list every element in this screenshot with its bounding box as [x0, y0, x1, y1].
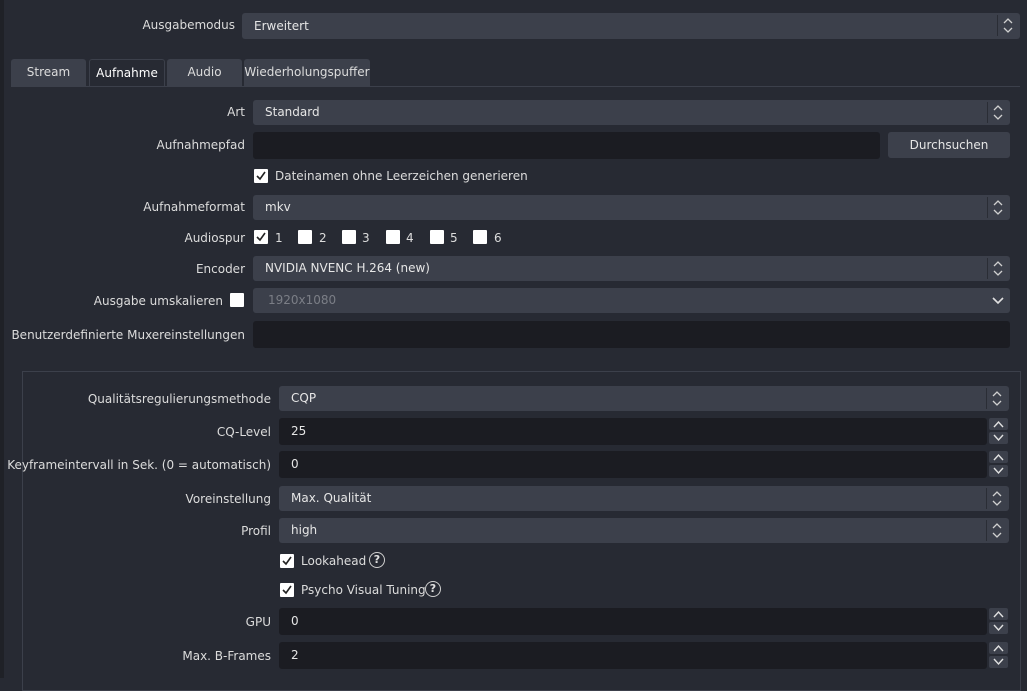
cq-level-label: CQ-Level: [216, 425, 271, 439]
encoder-value: NVIDIA NVENC H.264 (new): [265, 261, 430, 275]
type-label: Art: [227, 105, 245, 119]
checkmark-icon: [282, 585, 292, 595]
type-value: Standard: [265, 105, 320, 119]
updown-icon: [986, 520, 1006, 541]
audio-track-1-checkbox[interactable]: [254, 230, 268, 244]
tab-stream[interactable]: Stream: [11, 59, 86, 86]
rescale-select[interactable]: 1920x1080: [253, 288, 1010, 313]
cq-level-input[interactable]: 25: [279, 418, 987, 445]
chevron-down-icon[interactable]: [989, 656, 1008, 668]
chevron-down-icon[interactable]: [989, 622, 1008, 634]
psycho-visual-label: Psycho Visual Tuning: [301, 583, 426, 597]
audio-track-5-checkbox[interactable]: [430, 230, 444, 244]
chevron-up-icon[interactable]: [989, 451, 1008, 463]
encoder-select[interactable]: NVIDIA NVENC H.264 (new): [253, 256, 1010, 281]
output-mode-value: Erweitert: [254, 19, 309, 33]
chevron-up-icon[interactable]: [989, 608, 1008, 620]
updown-icon: [987, 102, 1007, 123]
tab-audio[interactable]: Audio: [167, 59, 242, 86]
gpu-stepper[interactable]: [989, 608, 1009, 635]
output-mode-label: Ausgabemodus: [142, 18, 235, 32]
gpu-value: 0: [291, 614, 299, 628]
audio-track-4-checkbox[interactable]: [386, 230, 400, 244]
audio-track-5-label: 5: [450, 231, 458, 245]
updown-icon: [986, 388, 1006, 409]
browse-button[interactable]: Durchsuchen: [888, 132, 1010, 158]
updown-icon: [986, 488, 1006, 509]
updown-icon: [987, 197, 1007, 218]
checkmark-icon: [256, 171, 266, 181]
audio-track-1-label: 1: [275, 231, 283, 245]
checkmark-icon: [256, 232, 266, 242]
path-label: Aufnahmepfad: [156, 138, 246, 152]
audio-track-4-label: 4: [406, 231, 414, 245]
type-select[interactable]: Standard: [253, 100, 1010, 125]
muxer-input[interactable]: [253, 321, 1010, 348]
keyframe-stepper[interactable]: [989, 451, 1009, 478]
bframes-stepper[interactable]: [989, 642, 1009, 669]
cq-level-stepper[interactable]: [989, 418, 1009, 445]
audio-track-label: Audiospur: [184, 231, 245, 245]
tab-panel-border: [11, 86, 1020, 87]
rate-control-value: CQP: [291, 391, 317, 405]
format-select[interactable]: mkv: [253, 195, 1010, 220]
chevron-up-icon[interactable]: [989, 418, 1008, 430]
audio-track-3-checkbox[interactable]: [342, 230, 356, 244]
help-icon[interactable]: ?: [425, 581, 441, 597]
bframes-value: 2: [291, 648, 299, 662]
rescale-label: Ausgabe umskalieren: [93, 294, 223, 308]
checkmark-icon: [282, 556, 292, 566]
chevron-down-icon[interactable]: [989, 432, 1008, 444]
muxer-label: Benutzerdefinierte Muxereinstellungen: [11, 328, 245, 342]
profile-label: Profil: [241, 524, 271, 538]
preset-select[interactable]: Max. Qualität: [279, 486, 1009, 511]
rescale-value: 1920x1080: [268, 293, 337, 307]
audio-track-6-label: 6: [494, 231, 502, 245]
audio-track-2-label: 2: [319, 231, 327, 245]
left-edge-strip: [0, 0, 4, 678]
rescale-checkbox[interactable]: [230, 293, 244, 307]
keyframe-value: 0: [291, 457, 299, 471]
output-mode-select[interactable]: Erweitert: [242, 13, 1020, 39]
no-space-filename-label: Dateinamen ohne Leerzeichen generieren: [275, 169, 528, 183]
help-icon[interactable]: ?: [369, 552, 385, 568]
tab-aufnahme[interactable]: Aufnahme: [89, 59, 165, 86]
audio-track-2-checkbox[interactable]: [298, 230, 312, 244]
tab-wiederholungspuffer[interactable]: Wiederholungspuffer: [244, 59, 370, 86]
psycho-visual-checkbox[interactable]: [280, 583, 294, 597]
lookahead-checkbox[interactable]: [280, 554, 294, 568]
bframes-label: Max. B-Frames: [182, 649, 271, 663]
encoder-label: Encoder: [195, 262, 245, 276]
preset-value: Max. Qualität: [291, 491, 372, 505]
profile-value: high: [291, 523, 318, 537]
chevron-down-icon: [987, 290, 1007, 311]
audio-track-3-label: 3: [362, 231, 370, 245]
updown-icon: [987, 258, 1007, 279]
rate-control-select[interactable]: CQP: [279, 386, 1009, 411]
chevron-up-icon[interactable]: [989, 642, 1008, 654]
keyframe-input[interactable]: 0: [279, 451, 987, 478]
bframes-input[interactable]: 2: [279, 642, 987, 669]
preset-label: Voreinstellung: [185, 492, 271, 506]
path-input[interactable]: [253, 132, 880, 159]
format-value: mkv: [265, 200, 291, 214]
lookahead-label: Lookahead: [301, 554, 367, 568]
rate-control-label: Qualitätsregulierungsmethode: [87, 392, 271, 406]
gpu-input[interactable]: 0: [279, 608, 987, 635]
gpu-label: GPU: [245, 615, 271, 629]
format-label: Aufnahmeformat: [143, 200, 245, 214]
audio-track-6-checkbox[interactable]: [473, 230, 487, 244]
updown-icon: [997, 15, 1017, 36]
no-space-filename-checkbox[interactable]: [254, 169, 268, 183]
cq-level-value: 25: [291, 424, 307, 438]
profile-select[interactable]: high: [279, 518, 1009, 543]
keyframe-label: Keyframeintervall in Sek. (0 = automatis…: [7, 458, 271, 472]
chevron-down-icon[interactable]: [989, 465, 1008, 477]
